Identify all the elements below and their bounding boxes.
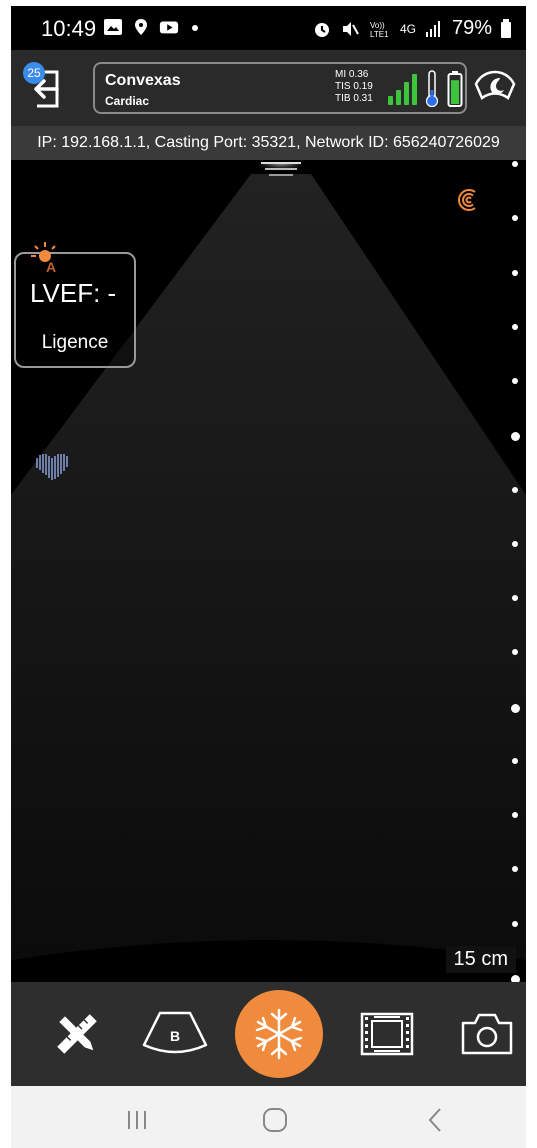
recents-icon (128, 1111, 146, 1129)
mute-icon (342, 21, 359, 36)
signal-icon (425, 20, 440, 37)
youtube-icon (159, 21, 179, 34)
status-bar: 10:49 Vo)) LTE1 4G 79% (11, 6, 526, 50)
home-icon (263, 1108, 287, 1132)
tis-value: TIS 0.19 (335, 81, 373, 92)
probe-select-button[interactable] (472, 64, 518, 110)
probe-name: Convexas (105, 72, 181, 89)
freeze-button[interactable] (235, 990, 323, 1078)
system-icons: Vo)) LTE1 4G 79% (312, 17, 512, 40)
depth-tick (512, 812, 518, 819)
camera-icon (461, 1013, 513, 1055)
depth-indicator[interactable]: 15 cm (445, 946, 516, 973)
depth-tick (512, 595, 518, 602)
temperature-icon (425, 70, 439, 108)
svg-text:Vo)): Vo)) (370, 21, 385, 30)
depth-tick (512, 866, 518, 873)
depth-tick (512, 161, 518, 167)
depth-tick (512, 649, 518, 656)
mi-value: MI 0.36 (335, 69, 369, 80)
gallery-icon (104, 19, 122, 35)
location-icon (135, 19, 147, 35)
recents-button[interactable] (117, 1104, 157, 1136)
notification-badge[interactable]: 25 (23, 62, 45, 84)
app-header: 25 Convexas Cardiac MI 0.36 TIS 0.19 TIB… (11, 50, 526, 126)
probe-battery-icon (447, 71, 463, 107)
app-screen: 10:49 Vo)) LTE1 4G 79% 25 Convexas Cardi… (0, 0, 537, 1148)
back-nav-button[interactable] (415, 1104, 455, 1136)
dot-icon (192, 25, 198, 31)
cardiac-icon (36, 454, 68, 480)
volte-icon: Vo)) LTE1 (370, 21, 389, 39)
depth-tick (512, 378, 518, 385)
depth-tick-major (511, 703, 520, 713)
back-icon (428, 1108, 441, 1132)
snowflake-icon (255, 1008, 303, 1060)
depth-tick (512, 486, 518, 493)
depth-tick (512, 215, 518, 222)
depth-tick (512, 920, 518, 927)
depth-tick (512, 269, 518, 276)
preset-name: Cardiac (105, 94, 150, 108)
alarm-icon (314, 22, 329, 37)
b-mode-button[interactable]: B (137, 996, 213, 1072)
cine-button[interactable] (349, 996, 425, 1072)
ultrasound-image[interactable]: LVEF: - Ligence A 15 cm (11, 160, 526, 984)
orientation-marker-icon (458, 189, 476, 211)
notification-icons (103, 18, 207, 36)
battery-percent: 79% (451, 17, 492, 39)
system-nav-bar (11, 1086, 526, 1148)
clock: 10:49 (41, 16, 97, 41)
depth-tick (512, 540, 518, 547)
svg-text:LTE1: LTE1 (370, 30, 389, 39)
svg-text:A: A (46, 259, 56, 274)
auto-brightness-icon: A (31, 242, 56, 274)
lvef-value: LVEF: - (30, 278, 117, 308)
wifi-signal-icon (388, 74, 417, 105)
capture-button[interactable] (449, 996, 525, 1072)
casting-info: IP: 192.168.1.1, Casting Port: 35321, Ne… (11, 126, 526, 160)
b-mode-label: B (169, 1028, 181, 1044)
film-icon (360, 1012, 414, 1056)
bottom-toolbar: B (11, 982, 526, 1086)
measure-tools-button[interactable] (39, 996, 115, 1072)
ruler-pencil-icon (57, 1014, 97, 1054)
lvef-provider: Ligence (41, 332, 109, 353)
tib-value: TIB 0.31 (335, 93, 373, 104)
depth-tick (512, 757, 518, 764)
convex-probe-icon (474, 70, 516, 100)
network-type: 4G (399, 21, 416, 36)
home-button[interactable] (255, 1104, 295, 1136)
depth-tick (512, 323, 518, 330)
depth-tick-major (511, 432, 520, 442)
acoustic-indices: MI 0.36 TIS 0.19 TIB 0.31 (335, 69, 373, 105)
battery-icon (501, 18, 511, 38)
depth-scale (506, 160, 520, 984)
probe-info-panel[interactable]: Convexas Cardiac MI 0.36 TIS 0.19 TIB 0.… (93, 62, 467, 114)
